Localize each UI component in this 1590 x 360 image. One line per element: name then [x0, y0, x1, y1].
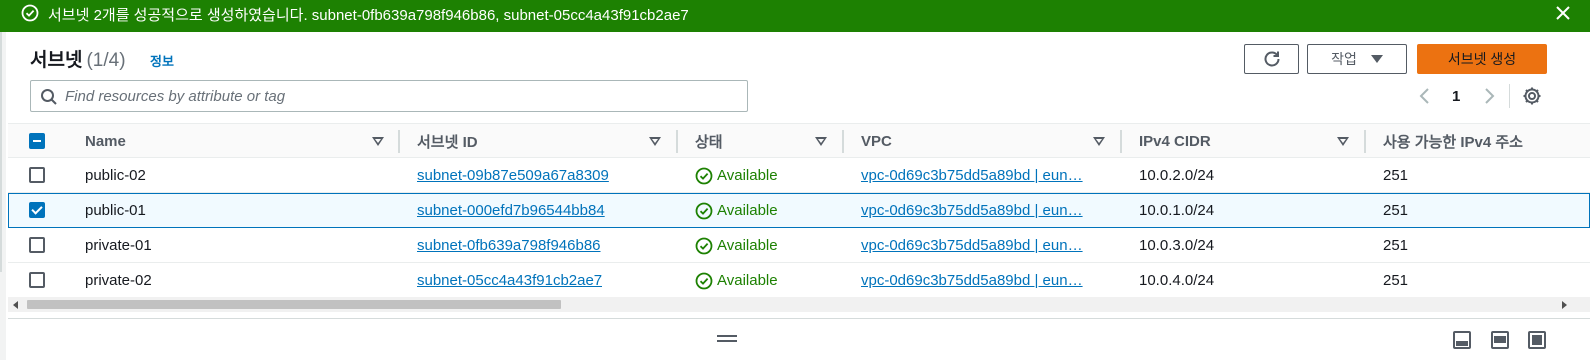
drag-handle-icon[interactable]: [717, 335, 737, 343]
flash-message: 서브넷 2개를 성공적으로 생성하였습니다. subnet-0fb639a798…: [48, 7, 689, 24]
panel-side-icon[interactable]: [1491, 331, 1509, 349]
cell-available-ipv4: 251: [1383, 202, 1409, 219]
actions-label: 작업: [1331, 51, 1357, 67]
column-resizer[interactable]: [676, 130, 678, 153]
check-circle-icon: [695, 272, 713, 289]
cell-available-ipv4: 251: [1383, 167, 1409, 184]
title-text: 서브넷: [30, 50, 83, 71]
refresh-icon: [1264, 51, 1279, 67]
status-text: Available: [717, 237, 778, 254]
column-resizer[interactable]: [1120, 130, 1122, 153]
info-link[interactable]: 정보: [150, 51, 174, 70]
selection-count: (1/4): [86, 50, 126, 71]
pagination-divider: [1509, 84, 1510, 108]
close-icon[interactable]: [1553, 3, 1573, 23]
subnet-id-link[interactable]: subnet-09b87e509a67a8309: [417, 158, 609, 193]
sort-icon[interactable]: [372, 137, 384, 146]
sort-icon[interactable]: [649, 137, 661, 146]
cell-name: private-01: [85, 237, 152, 254]
search-box[interactable]: [30, 80, 748, 112]
caret-down-icon: [1370, 55, 1383, 63]
cell-ipv4-cidr: 10.0.1.0/24: [1139, 202, 1215, 219]
status-text: Available: [717, 202, 778, 219]
scroll-right-icon[interactable]: [1562, 301, 1567, 309]
status-badge: Available: [695, 193, 778, 228]
vpc-link[interactable]: vpc-0d69c3b75dd5a89bd | eun…: [861, 158, 1101, 193]
vpc-link[interactable]: vpc-0d69c3b75dd5a89bd | eun…: [861, 263, 1101, 298]
status-text: Available: [717, 272, 778, 289]
actions-button[interactable]: 작업: [1307, 44, 1407, 74]
status-badge: Available: [695, 158, 778, 193]
horizontal-scrollbar[interactable]: [8, 297, 1590, 312]
create-subnet-button[interactable]: 서브넷 생성: [1417, 44, 1547, 74]
scrollbar-thumb[interactable]: [27, 300, 561, 309]
column-resizer[interactable]: [842, 130, 844, 153]
split-panel-bar: [8, 318, 1590, 360]
status-text: Available: [717, 167, 778, 184]
create-subnet-label: 서브넷 생성: [1447, 51, 1517, 67]
check-circle-icon: [695, 237, 713, 254]
vpc-link[interactable]: vpc-0d69c3b75dd5a89bd | eun…: [861, 193, 1101, 228]
search-input[interactable]: [65, 86, 735, 106]
panel-hidden-icon[interactable]: [1528, 331, 1546, 349]
chevron-right-icon[interactable]: [1481, 87, 1497, 105]
row-checkbox[interactable]: [29, 202, 45, 218]
refresh-button[interactable]: [1244, 44, 1299, 74]
search-icon: [41, 89, 57, 105]
left-gutter-border: [0, 32, 2, 272]
cell-available-ipv4: 251: [1383, 237, 1409, 254]
column-header-available-ipv4[interactable]: 사용 가능한 IPv4 주소: [1383, 124, 1523, 159]
table-row[interactable]: private-01 subnet-0fb639a798f946b86 Avai…: [8, 228, 1590, 263]
check-circle-icon: [695, 167, 713, 184]
vpc-link[interactable]: vpc-0d69c3b75dd5a89bd | eun…: [861, 228, 1101, 263]
column-resizer[interactable]: [398, 130, 400, 153]
table-row[interactable]: private-02 subnet-05cc4a43f91cb2ae7 Avai…: [8, 263, 1590, 298]
sort-icon[interactable]: [815, 137, 827, 146]
status-badge: Available: [695, 263, 778, 298]
column-resizer[interactable]: [1364, 130, 1366, 153]
select-all-checkbox[interactable]: [29, 133, 45, 149]
panel-bottom-icon[interactable]: [1453, 331, 1471, 349]
cell-ipv4-cidr: 10.0.4.0/24: [1139, 272, 1215, 289]
success-flash-banner: 서브넷 2개를 성공적으로 생성하였습니다. subnet-0fb639a798…: [0, 0, 1590, 32]
subnet-id-link[interactable]: subnet-0fb639a798f946b86: [417, 228, 601, 263]
column-header-ipv4-cidr[interactable]: IPv4 CIDR: [1139, 124, 1211, 159]
scroll-left-icon[interactable]: [13, 301, 18, 309]
app-root: 서브넷 2개를 성공적으로 생성하였습니다. subnet-0fb639a798…: [0, 0, 1590, 360]
table-row[interactable]: public-02 subnet-09b87e509a67a8309 Avail…: [8, 158, 1590, 193]
row-checkbox[interactable]: [29, 237, 45, 253]
page-title: 서브넷 (1/4): [30, 45, 126, 72]
status-badge: Available: [695, 228, 778, 263]
row-checkbox[interactable]: [29, 272, 45, 288]
sort-icon[interactable]: [1337, 137, 1349, 146]
cell-available-ipv4: 251: [1383, 272, 1409, 289]
gear-icon[interactable]: [1522, 86, 1542, 106]
column-header-status[interactable]: 상태: [695, 124, 723, 159]
cell-name: private-02: [85, 272, 152, 289]
check-circle-icon: [21, 4, 39, 22]
page-number[interactable]: 1: [1452, 88, 1460, 105]
cell-name: public-02: [85, 167, 146, 184]
cell-name: public-01: [85, 202, 146, 219]
column-header-subnet-id[interactable]: 서브넷 ID: [417, 124, 478, 159]
subnet-id-link[interactable]: subnet-000efd7b96544bb84: [417, 193, 605, 228]
cell-ipv4-cidr: 10.0.2.0/24: [1139, 167, 1215, 184]
row-checkbox[interactable]: [29, 167, 45, 183]
table-row[interactable]: public-01 subnet-000efd7b96544bb84 Avail…: [8, 193, 1590, 228]
table-header: Name 서브넷 ID 상태 VPC IPv4 CIDR 사용 가능한 IPv4…: [8, 123, 1590, 158]
chevron-left-icon[interactable]: [1417, 87, 1433, 105]
column-header-name[interactable]: Name: [85, 124, 126, 159]
sort-icon[interactable]: [1093, 137, 1105, 146]
cell-ipv4-cidr: 10.0.3.0/24: [1139, 237, 1215, 254]
column-header-vpc[interactable]: VPC: [861, 124, 892, 159]
check-circle-icon: [695, 202, 713, 219]
subnet-id-link[interactable]: subnet-05cc4a43f91cb2ae7: [417, 263, 602, 298]
